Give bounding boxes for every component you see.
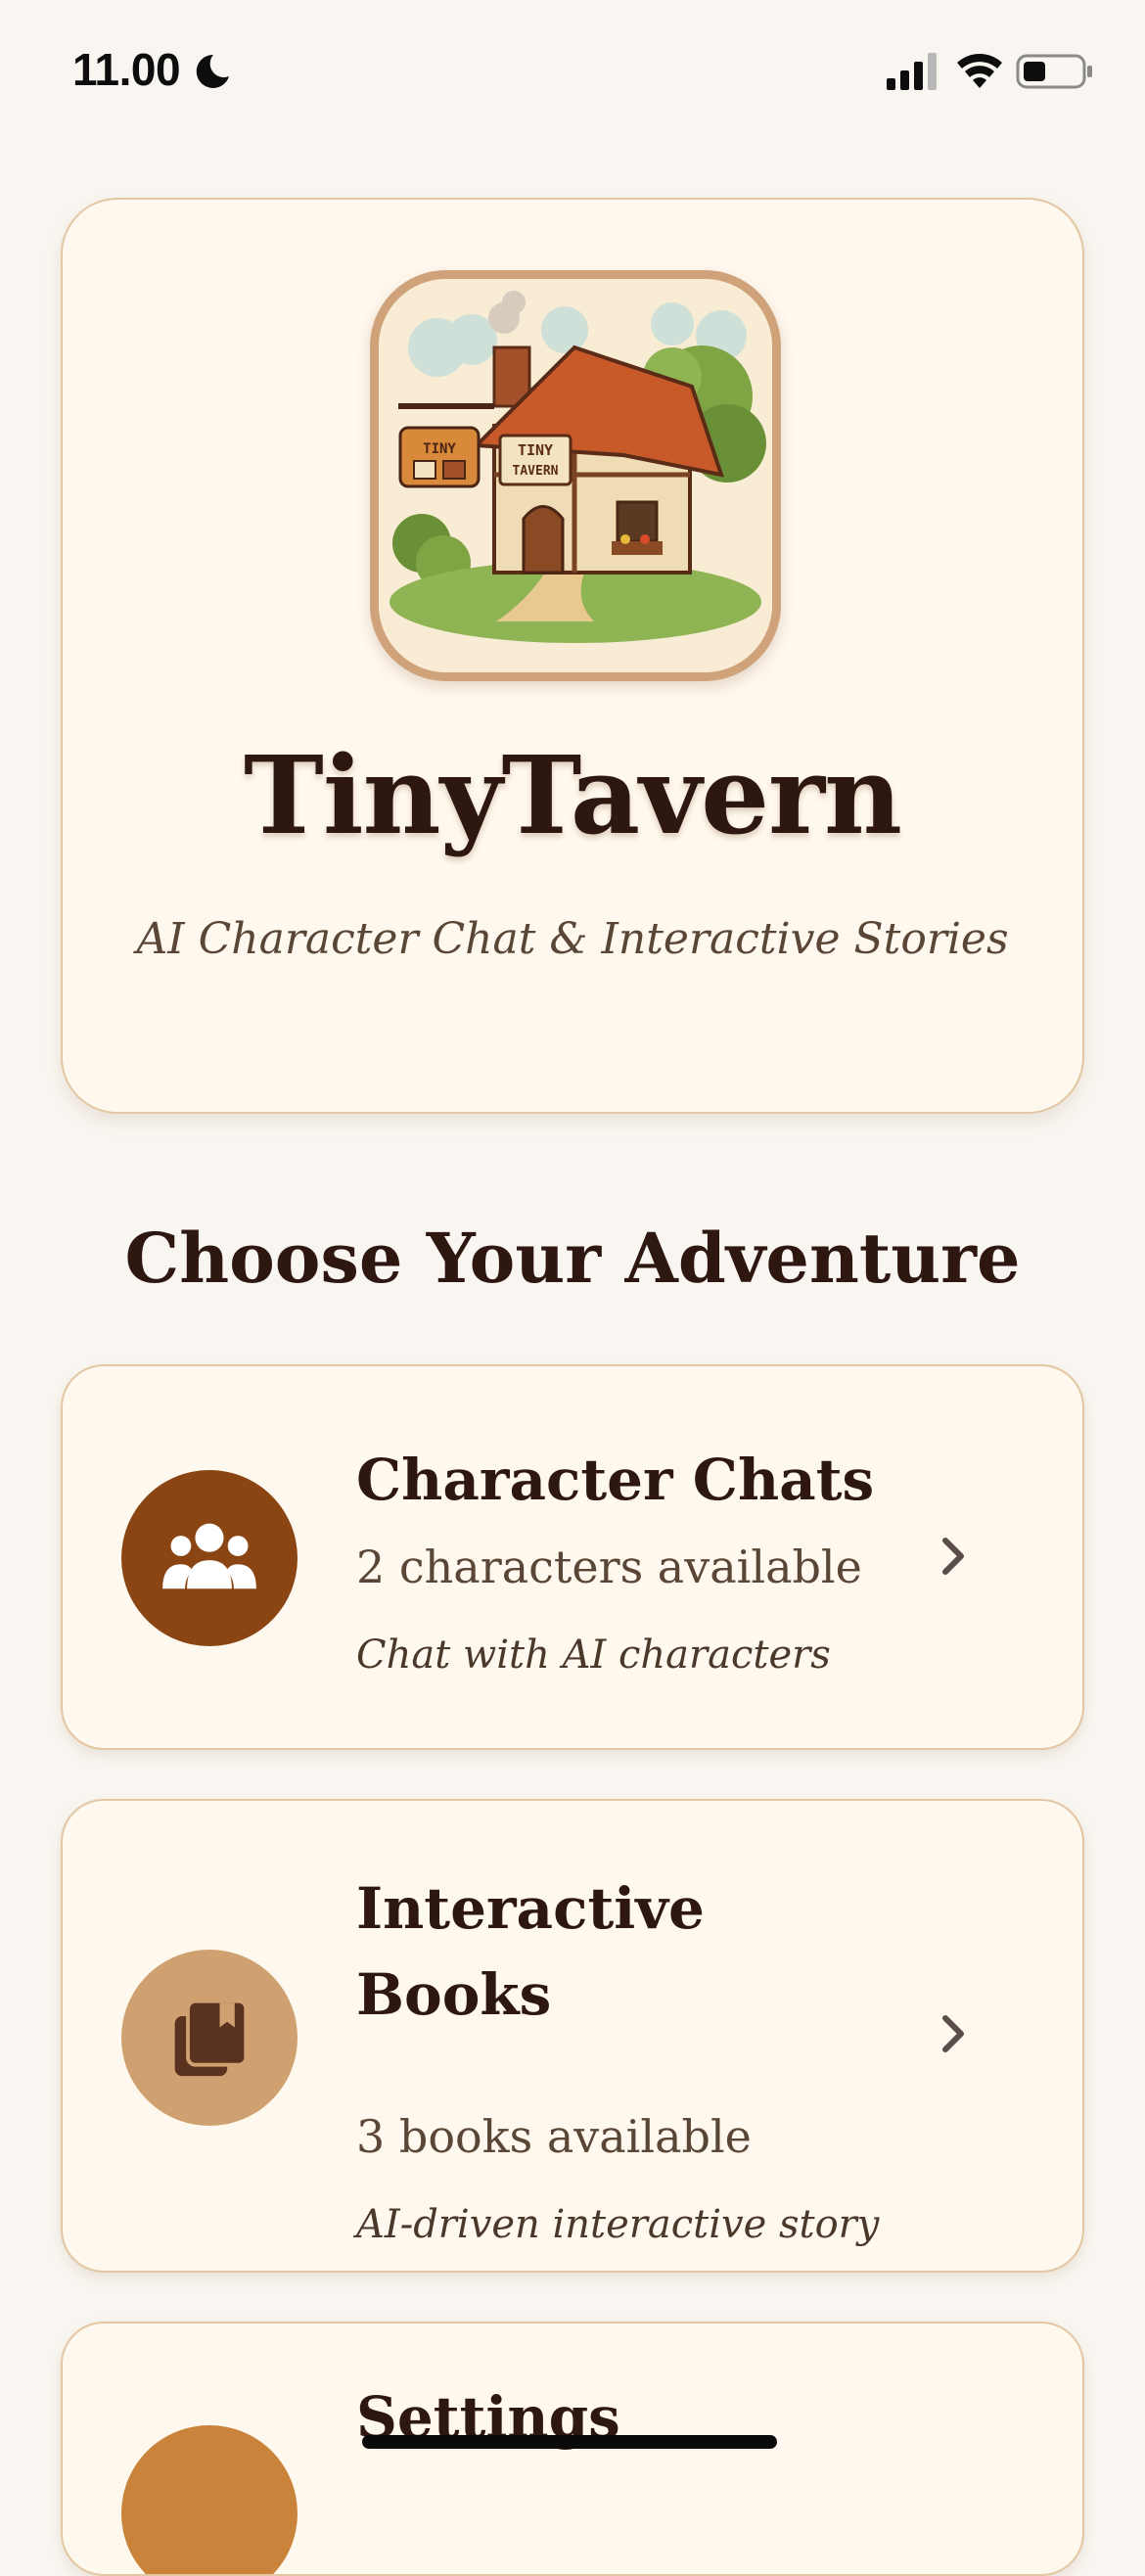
- settings-card[interactable]: Settings: [61, 2322, 1084, 2576]
- tavern-logo-icon: TINY TAVERN TINY: [370, 270, 781, 681]
- book-stack-icon: [121, 1950, 298, 2126]
- app-title: TinyTavern: [244, 732, 902, 858]
- card-count: 2 characters available: [356, 1541, 862, 1593]
- card-description: Chat with AI characters: [356, 1633, 831, 1678]
- card-count: 3 books available: [356, 2110, 752, 2163]
- signal-icon: [887, 53, 937, 90]
- chevron-right-icon: [942, 1538, 964, 1575]
- status-bar: 11.00: [0, 0, 1145, 147]
- people-group-icon: [121, 1470, 298, 1646]
- home-indicator[interactable]: [362, 2435, 777, 2449]
- status-time: 11.00: [72, 44, 181, 95]
- section-heading: Choose Your Adventure: [124, 1218, 1021, 1299]
- svg-text:TINY: TINY: [518, 441, 553, 459]
- settings-icon: [121, 2425, 298, 2574]
- svg-text:TINY: TINY: [423, 441, 456, 457]
- wifi-icon: [957, 54, 1002, 88]
- svg-text:TAVERN: TAVERN: [513, 464, 559, 479]
- card-description: AI-driven interactive story: [356, 2202, 880, 2247]
- app-subtitle: AI Character Chat & Interactive Stories: [136, 914, 1009, 964]
- hero-card: TINY TAVERN TINY TinyTavern AI Character…: [61, 198, 1084, 1114]
- chevron-right-icon: [942, 2015, 964, 2052]
- moon-icon: [196, 54, 229, 88]
- card-title: Character Chats: [356, 1447, 875, 1513]
- character-chats-card[interactable]: Character Chats 2 characters available C…: [61, 1364, 1084, 1750]
- card-title: Interactive Books: [356, 1875, 705, 2028]
- interactive-books-card[interactable]: Interactive Books 3 books available AI-d…: [61, 1799, 1084, 2273]
- battery-icon: [1016, 54, 1092, 89]
